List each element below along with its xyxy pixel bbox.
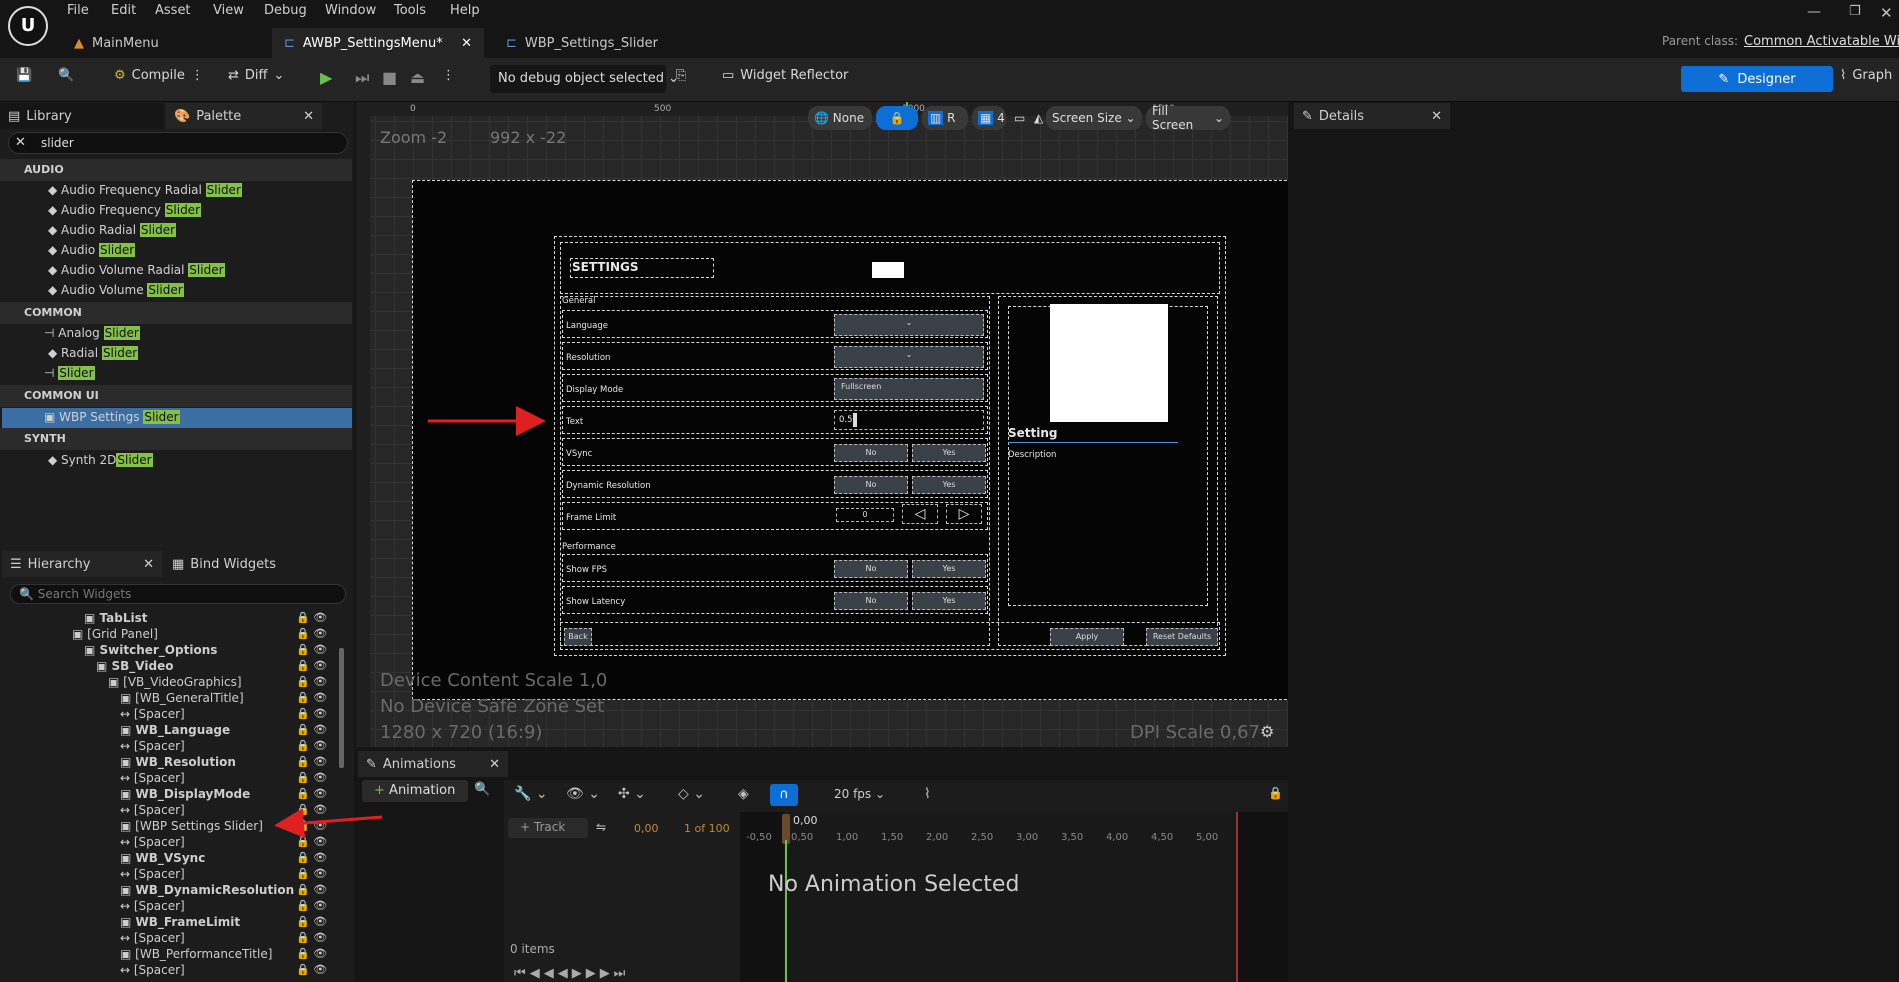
annotation-arrows: [274, 406, 546, 839]
arrow-to-hierarchy: [274, 808, 383, 839]
